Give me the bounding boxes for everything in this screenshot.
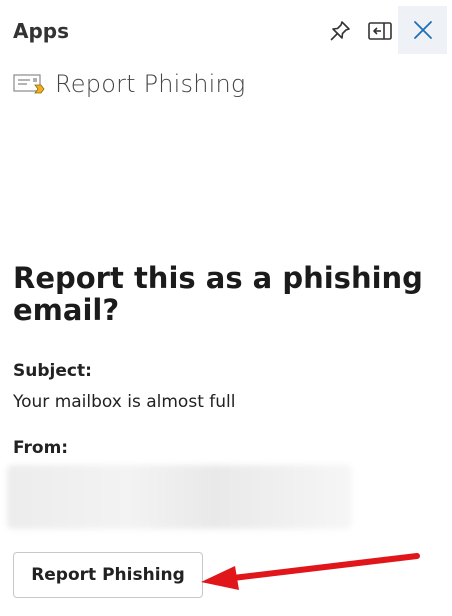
- panel-header: Apps: [0, 0, 452, 62]
- dialog-content: Report this as a phishing email?: [13, 262, 433, 326]
- panel-title: Apps: [13, 19, 70, 43]
- report-phishing-envelope-icon: [13, 74, 45, 94]
- report-phishing-button[interactable]: Report Phishing: [13, 552, 203, 598]
- dock-pane-icon: [368, 22, 392, 40]
- subject-value: Your mailbox is almost full: [13, 392, 236, 412]
- addin-name: Report Phishing: [55, 70, 246, 98]
- annotation-arrow: [201, 553, 420, 590]
- dock-pane-button[interactable]: [356, 7, 404, 55]
- addin-title-row: Report Phishing: [13, 66, 246, 102]
- dialog-heading: Report this as a phishing email?: [13, 261, 423, 327]
- pin-icon: [330, 21, 350, 41]
- redacted-sender: [7, 465, 352, 529]
- close-button[interactable]: [398, 6, 447, 54]
- close-icon: [413, 21, 432, 39]
- from-label: From:: [13, 438, 69, 458]
- subject-label: Subject:: [13, 361, 92, 381]
